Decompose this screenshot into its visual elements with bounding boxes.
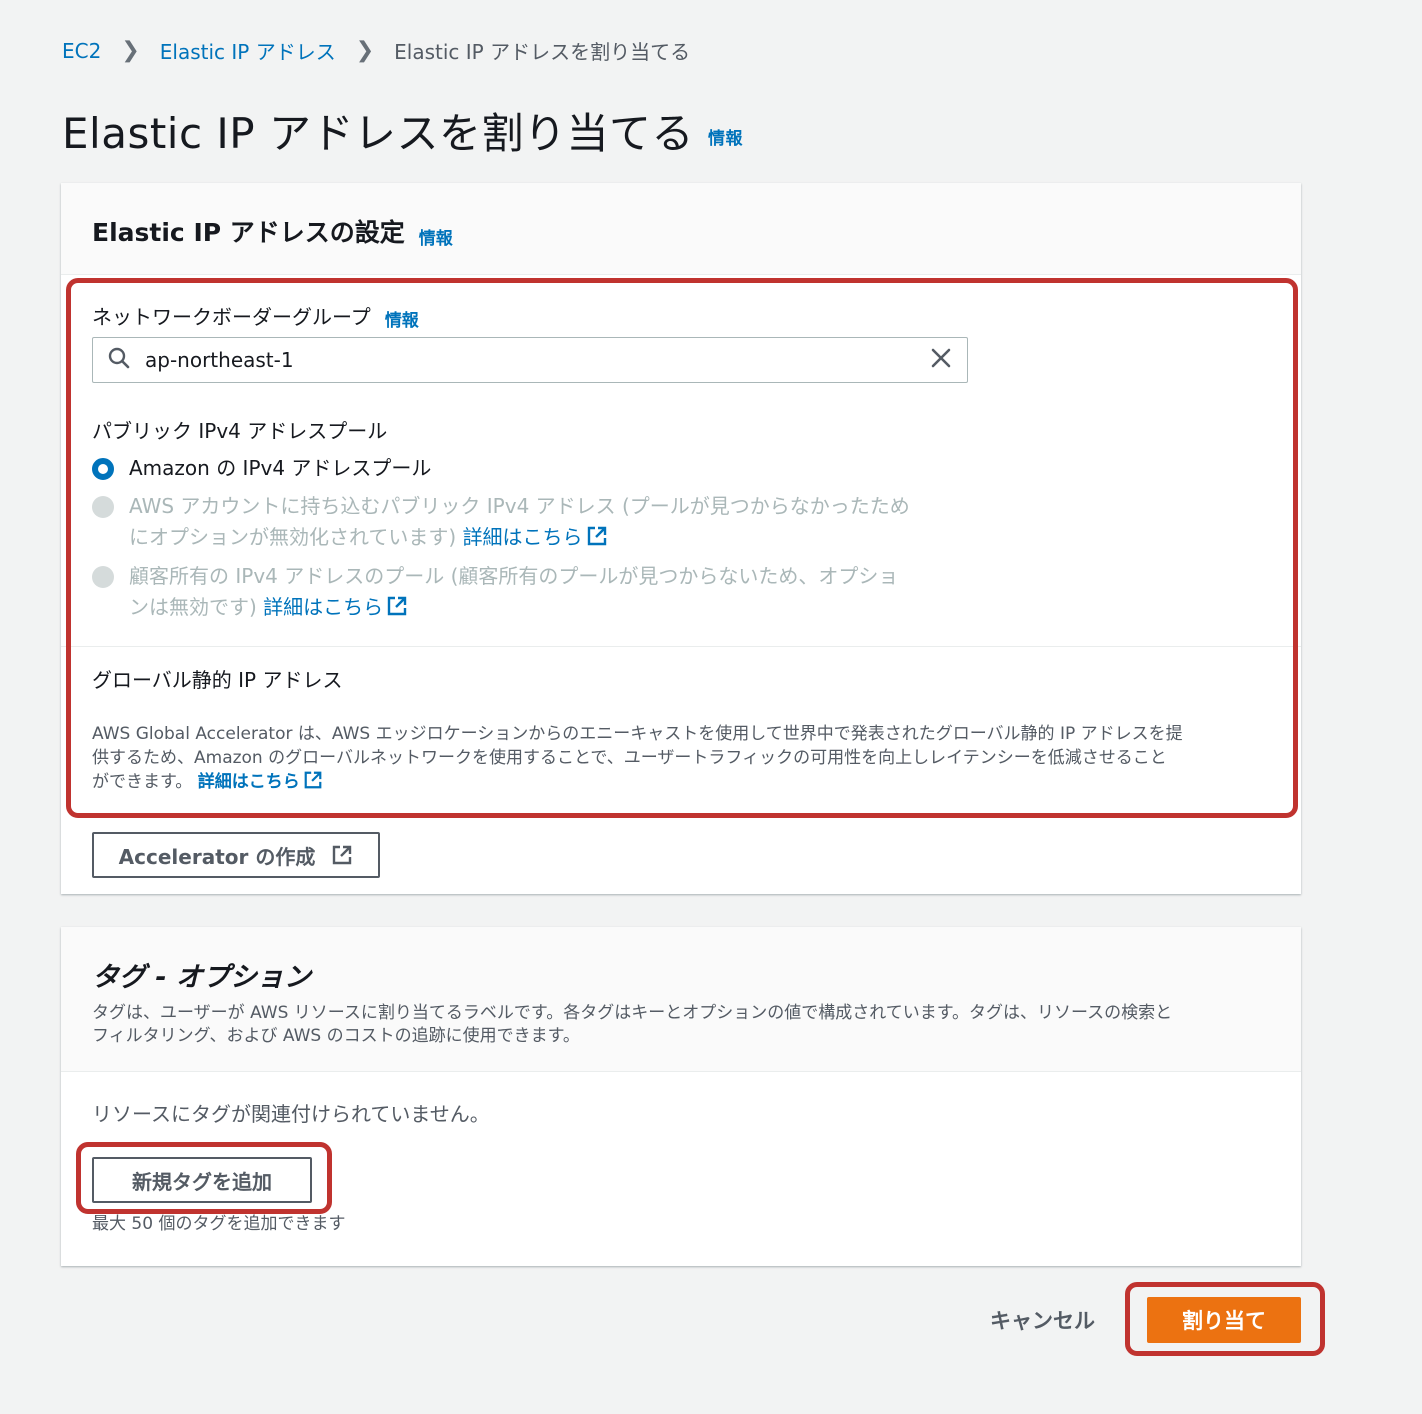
global-accelerator-desc-line1: AWS Global Accelerator は、AWS エッジロケーションから… xyxy=(92,724,1183,744)
global-static-ip-label: グローバル静的 IP アドレス xyxy=(92,668,343,692)
radio-disabled xyxy=(92,496,114,518)
byoip-learn-more-link[interactable]: 詳細はこちら xyxy=(463,525,608,549)
external-link-icon xyxy=(587,526,606,546)
external-link-icon xyxy=(387,596,407,616)
radio-coip-pool: 顧客所有の IPv4 アドレスのプール (顧客所有のプールが見つからないため、オ… xyxy=(92,561,898,623)
breadcrumb: EC2 ❯ Elastic IP アドレス ❯ Elastic IP アドレスを… xyxy=(62,36,690,65)
page-title-text: Elastic IP アドレスを割り当てる xyxy=(62,109,694,158)
cancel-button[interactable]: キャンセル xyxy=(990,1305,1095,1335)
elastic-ip-settings-panel: Elastic IP アドレスの設定情報 ネットワークボーダーグループ情報 パブ… xyxy=(61,183,1301,894)
add-new-tag-button[interactable]: 新規タグを追加 xyxy=(92,1157,312,1203)
radio-byoip-pool: AWS アカウントに持ち込むパブリック IPv4 アドレス (プールが見つからな… xyxy=(92,491,910,553)
create-accelerator-button[interactable]: Accelerator の作成 xyxy=(92,832,380,878)
search-icon xyxy=(107,346,131,374)
create-accelerator-label: Accelerator の作成 xyxy=(118,844,316,869)
tag-limit-hint: 最大 50 個のタグを追加できます xyxy=(92,1214,346,1234)
breadcrumb-current: Elastic IP アドレスを割り当てる xyxy=(394,40,691,64)
global-accelerator-desc-line3: ができます。 xyxy=(92,772,193,792)
radio-byoip-line1: AWS アカウントに持ち込むパブリック IPv4 アドレス (プールが見つからな… xyxy=(129,494,910,518)
breadcrumb-ec2[interactable]: EC2 xyxy=(62,39,101,63)
settings-info-link[interactable]: 情報 xyxy=(419,229,453,249)
breadcrumb-elastic-ip[interactable]: Elastic IP アドレス xyxy=(160,36,336,65)
coip-learn-more-text: 詳細はこちら xyxy=(263,595,384,619)
global-accelerator-desc-line2: 供するため、Amazon のグローバルネットワークを使用することで、ユーザートラ… xyxy=(92,748,1167,768)
radio-disabled xyxy=(92,566,114,588)
external-link-icon xyxy=(333,845,352,865)
global-accelerator-learn-more-link[interactable]: 詳細はこちら xyxy=(197,771,323,792)
byoip-learn-more-text: 詳細はこちら xyxy=(462,525,583,549)
tags-description: タグは、ユーザーが AWS リソースに割り当てるラベルです。各タグはキーとオプシ… xyxy=(92,1002,1270,1048)
network-border-group-info-link[interactable]: 情報 xyxy=(385,311,419,331)
radio-selected[interactable] xyxy=(92,458,114,480)
page-info-link[interactable]: 情報 xyxy=(708,129,743,149)
global-accelerator-description: AWS Global Accelerator は、AWS エッジロケーションから… xyxy=(92,722,1272,794)
radio-amazon-pool[interactable]: Amazon の IPv4 アドレスプール xyxy=(92,453,431,484)
tags-desc-line1: タグは、ユーザーが AWS リソースに割り当てるラベルです。各タグはキーとオプシ… xyxy=(92,1003,1173,1023)
global-accelerator-learn-more-text: 詳細はこちら xyxy=(197,772,300,792)
network-border-group-input[interactable] xyxy=(145,348,929,372)
external-link-icon xyxy=(304,771,322,789)
ipv4-pool-label: パブリック IPv4 アドレスプール xyxy=(92,419,388,443)
divider xyxy=(61,646,1301,647)
settings-panel-title: Elastic IP アドレスの設定 xyxy=(92,218,405,247)
coip-learn-more-link[interactable]: 詳細はこちら xyxy=(263,595,408,619)
chevron-right-icon: ❯ xyxy=(355,38,375,63)
tags-panel: タグ - オプション タグは、ユーザーが AWS リソースに割り当てるラベルです… xyxy=(61,927,1301,1266)
allocate-button[interactable]: 割り当て xyxy=(1147,1297,1301,1343)
tags-panel-title: タグ - オプション xyxy=(92,962,312,993)
network-border-group-label-text: ネットワークボーダーグループ xyxy=(92,305,371,329)
no-tags-message: リソースにタグが関連付けられていません。 xyxy=(92,1102,490,1126)
close-icon[interactable] xyxy=(929,346,953,374)
page-title: Elastic IP アドレスを割り当てる 情報 xyxy=(62,100,743,161)
settings-panel-header: Elastic IP アドレスの設定 情報 xyxy=(61,183,1301,275)
tags-panel-header: タグ - オプション タグは、ユーザーが AWS リソースに割り当てるラベルです… xyxy=(61,927,1301,1072)
radio-coip-line1: 顧客所有の IPv4 アドレスのプール (顧客所有のプールが見つからないため、オ… xyxy=(129,564,899,588)
chevron-right-icon: ❯ xyxy=(121,38,140,63)
tags-desc-line2: フィルタリング、および AWS のコストの追跡に使用できます。 xyxy=(92,1026,580,1046)
network-border-group-label: ネットワークボーダーグループ 情報 xyxy=(92,301,419,331)
radio-byoip-line2: にオプションが無効化されています) xyxy=(129,525,457,549)
network-border-group-search[interactable] xyxy=(92,337,968,383)
radio-coip-line2: ンは無効です) xyxy=(129,595,257,619)
radio-amazon-pool-label: Amazon の IPv4 アドレスプール xyxy=(129,456,432,480)
